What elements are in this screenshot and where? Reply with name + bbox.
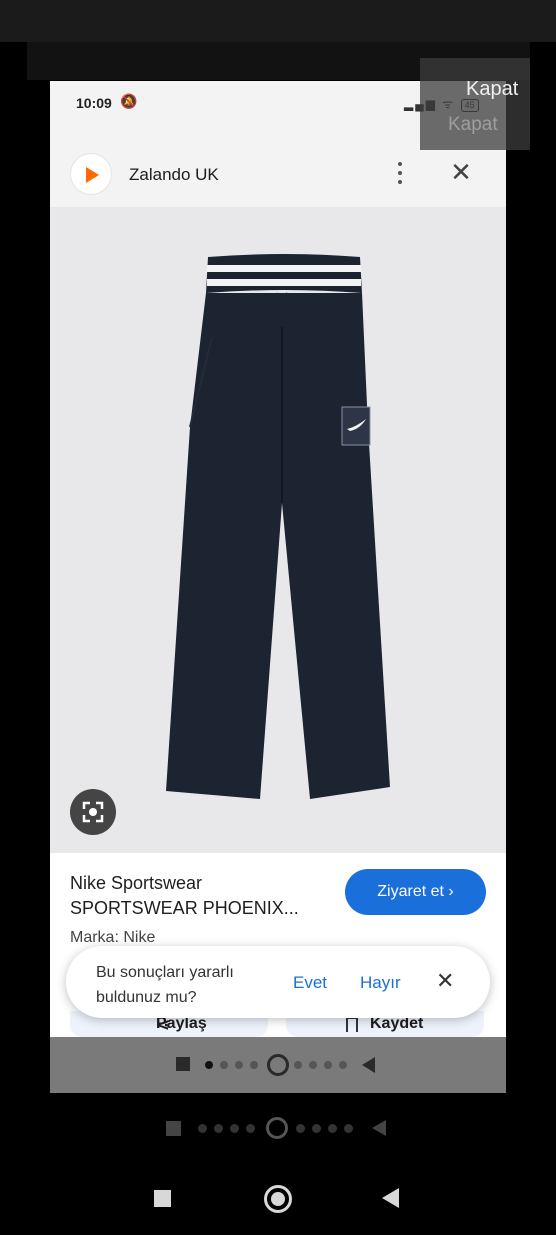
outer-bottom-area — [0, 1093, 556, 1235]
page-dot — [220, 1061, 228, 1069]
ghost-recents-icon — [166, 1121, 181, 1136]
pants-image — [166, 254, 390, 799]
home-icon[interactable] — [267, 1054, 289, 1076]
product-name[interactable]: SPORTSWEAR PHOENIX... — [70, 898, 299, 919]
status-time: 10:09 — [76, 95, 112, 111]
feedback-close-icon[interactable]: ✕ — [436, 968, 454, 994]
close-icon[interactable]: ✕ — [446, 157, 476, 187]
ghost-dot — [296, 1124, 305, 1133]
feedback-card: Bu sonuçları yararlı buldunuz mu? Evet H… — [66, 946, 490, 1018]
page-dot-active — [205, 1061, 213, 1069]
ghost-dot — [230, 1124, 239, 1133]
ghost-dot — [246, 1124, 255, 1133]
ghost-dot — [198, 1124, 207, 1133]
kapat-overlay[interactable] — [420, 58, 530, 150]
bookmark-icon — [346, 1017, 358, 1032]
lens-glyph — [82, 801, 104, 823]
product-brand-title: Nike Sportswear — [70, 873, 203, 893]
page-dot — [309, 1061, 317, 1069]
system-recents-icon[interactable] — [154, 1190, 171, 1207]
ghost-back-icon — [372, 1120, 386, 1136]
product-image-area[interactable] — [50, 207, 506, 853]
top-dark-bar — [0, 0, 556, 42]
recents-icon[interactable] — [176, 1057, 190, 1071]
system-home-icon[interactable] — [264, 1185, 292, 1213]
site-name: Zalando UK — [129, 165, 219, 184]
feedback-yes-button[interactable]: Evet — [293, 973, 327, 993]
more-options-icon[interactable] — [388, 159, 412, 189]
ghost-home-icon — [266, 1117, 288, 1139]
ghost-dot — [214, 1124, 223, 1133]
feedback-question: Bu sonuçları yararlı buldunuz mu? — [96, 964, 234, 1006]
page-dot — [235, 1061, 243, 1069]
ghost-dot — [312, 1124, 321, 1133]
feedback-no-button[interactable]: Hayır — [360, 973, 401, 993]
kapat-button[interactable]: Kapat — [466, 78, 518, 101]
zalando-logo-icon — [70, 153, 112, 195]
ghost-dot — [328, 1124, 337, 1133]
page-dot — [324, 1061, 332, 1069]
inner-navigation-bar — [50, 1037, 506, 1093]
system-back-icon[interactable] — [382, 1188, 399, 1208]
lens-icon[interactable] — [70, 789, 116, 835]
product-brand-line: Marka: Nike — [70, 929, 156, 946]
phone-screen: 10:09 🔕 ▂▄▆ ᯤ 45 Zalando UK ✕ — [50, 81, 506, 1093]
mute-icon: 🔕 — [120, 93, 142, 109]
page-dot — [339, 1061, 347, 1069]
back-icon[interactable] — [362, 1057, 375, 1073]
page-dot — [294, 1061, 302, 1069]
kapat-ghost-label: Kapat — [448, 114, 498, 135]
visit-button[interactable]: Ziyaret et › — [345, 869, 486, 915]
ghost-dot — [344, 1124, 353, 1133]
page-dot — [250, 1061, 258, 1069]
